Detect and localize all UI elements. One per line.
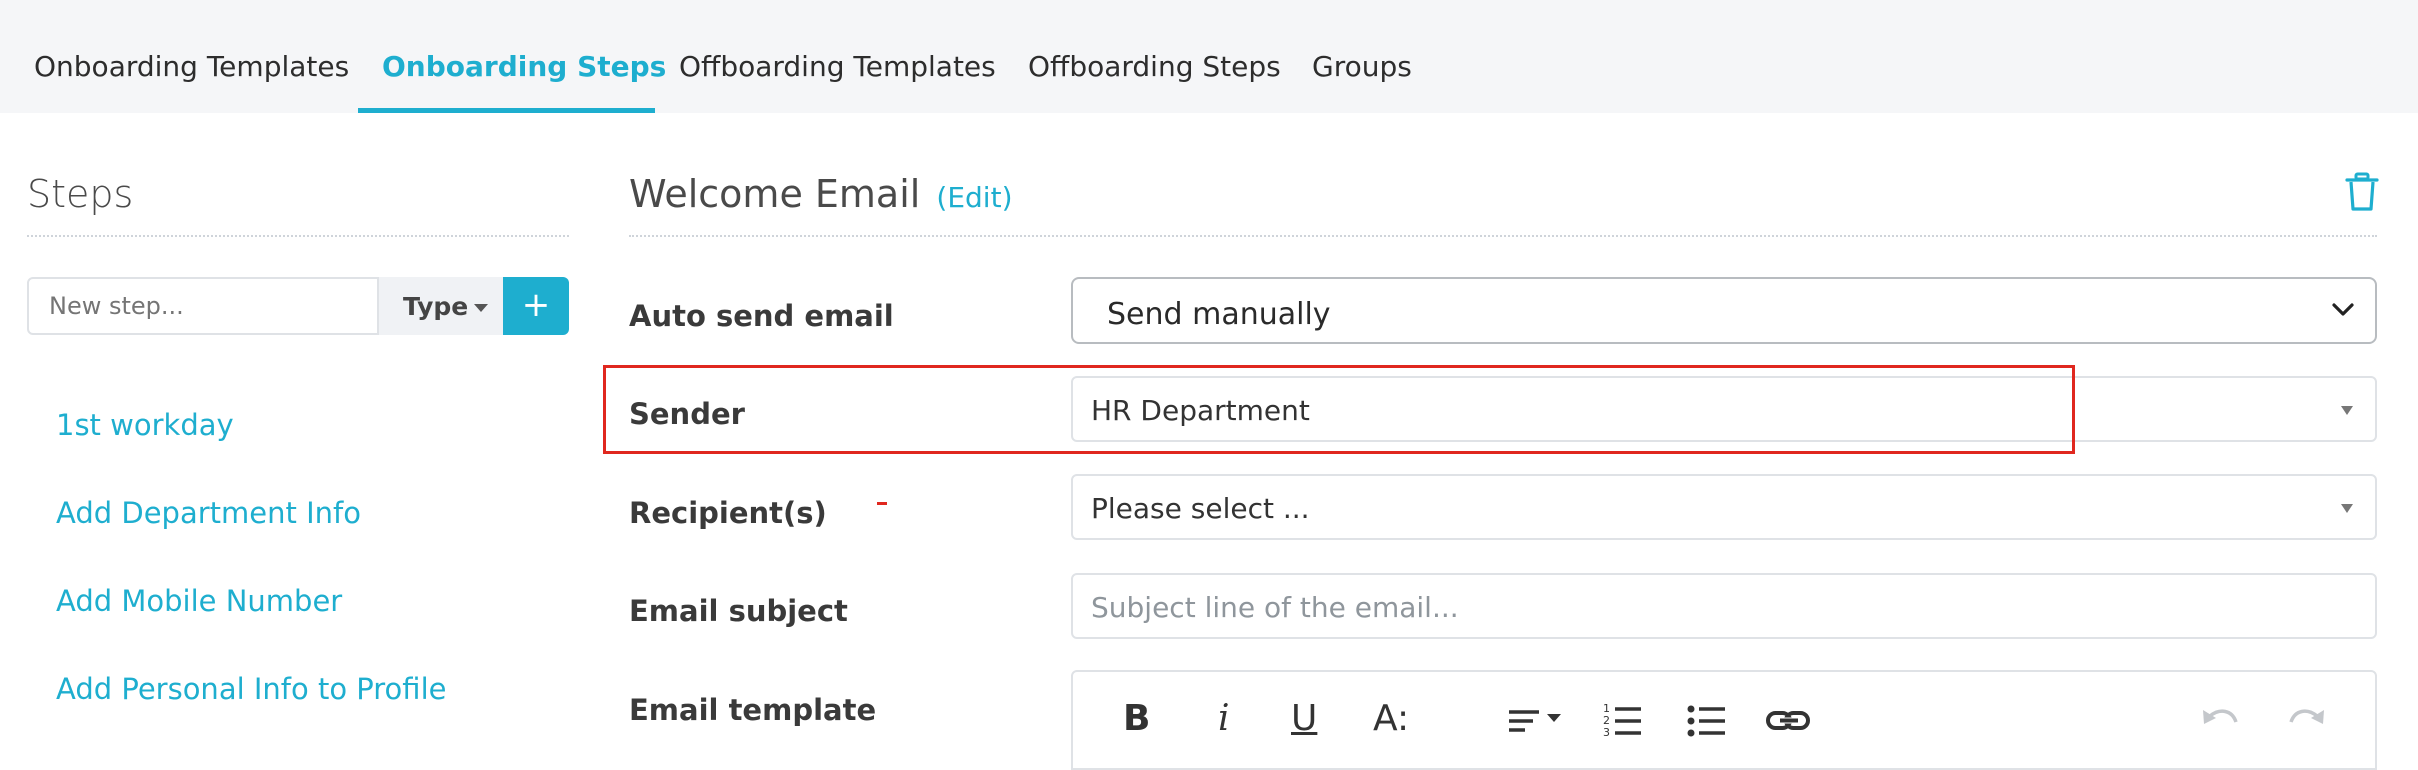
dropdown-arrow-icon (2341, 406, 2353, 415)
active-tab-indicator (358, 108, 655, 113)
undo-icon[interactable] (2198, 700, 2242, 740)
step-name: Welcome Email (629, 172, 921, 216)
italic-button[interactable]: i (1218, 698, 1230, 739)
steps-title: Steps (27, 172, 134, 216)
tab-offboarding-templates[interactable]: Offboarding Templates (679, 50, 996, 113)
svg-text:3: 3 (1603, 726, 1610, 739)
step-item-add-personal-info[interactable]: Add Personal Info to Profile (56, 672, 446, 706)
tab-offboarding-steps[interactable]: Offboarding Steps (1028, 50, 1281, 113)
auto-send-label: Auto send email (629, 299, 894, 333)
email-subject-input[interactable]: Subject line of the email... (1071, 573, 2377, 639)
step-item-add-mobile-number[interactable]: Add Mobile Number (56, 584, 342, 618)
highlight-box (603, 365, 2075, 454)
type-label: Type (403, 292, 469, 321)
step-item-add-department-info[interactable]: Add Department Info (56, 496, 361, 530)
add-step-button[interactable]: + (503, 277, 569, 335)
step-item-1st-workday[interactable]: 1st workday (56, 408, 234, 442)
detail-divider (629, 235, 2377, 237)
recipients-label: Recipient(s) (629, 496, 827, 530)
trash-icon[interactable] (2345, 172, 2379, 212)
chevron-down-icon (2332, 303, 2354, 316)
caret-down-icon (474, 304, 489, 312)
auto-send-value: Send manually (1107, 297, 1331, 332)
underline-button[interactable]: U (1291, 698, 1317, 739)
redo-icon[interactable] (2285, 700, 2329, 740)
type-dropdown-button[interactable]: Type (379, 277, 503, 335)
edit-link[interactable]: (Edit) (936, 181, 1012, 214)
email-template-label: Email template (629, 693, 877, 727)
align-dropdown-icon[interactable] (1505, 700, 1567, 740)
tab-onboarding-steps[interactable]: Onboarding Steps (382, 50, 666, 113)
tab-groups[interactable]: Groups (1312, 50, 1412, 113)
recipients-value: Please select ... (1091, 492, 1310, 525)
steps-divider (27, 235, 569, 237)
bullet-list-icon[interactable] (1685, 700, 1729, 740)
link-icon[interactable] (1765, 700, 1813, 740)
ordered-list-icon[interactable]: 1 2 3 (1601, 700, 1645, 740)
recipients-select[interactable]: Please select ... (1071, 474, 2377, 540)
bold-button[interactable]: B (1123, 698, 1150, 739)
dropdown-arrow-icon (2341, 504, 2353, 513)
tab-onboarding-templates[interactable]: Onboarding Templates (34, 50, 349, 113)
red-mark (877, 502, 887, 505)
auto-send-select[interactable]: Send manually (1071, 277, 2377, 344)
tab-bar: Onboarding Templates Onboarding Steps Of… (0, 0, 2418, 113)
email-subject-label: Email subject (629, 594, 848, 628)
step-detail-title: Welcome Email (Edit) (629, 172, 1013, 216)
font-size-button[interactable]: A: (1373, 698, 1409, 739)
new-step-input[interactable] (27, 277, 379, 335)
editor-toolbar: B i U A: 1 2 3 (1071, 670, 2377, 770)
email-subject-placeholder: Subject line of the email... (1091, 591, 1459, 624)
